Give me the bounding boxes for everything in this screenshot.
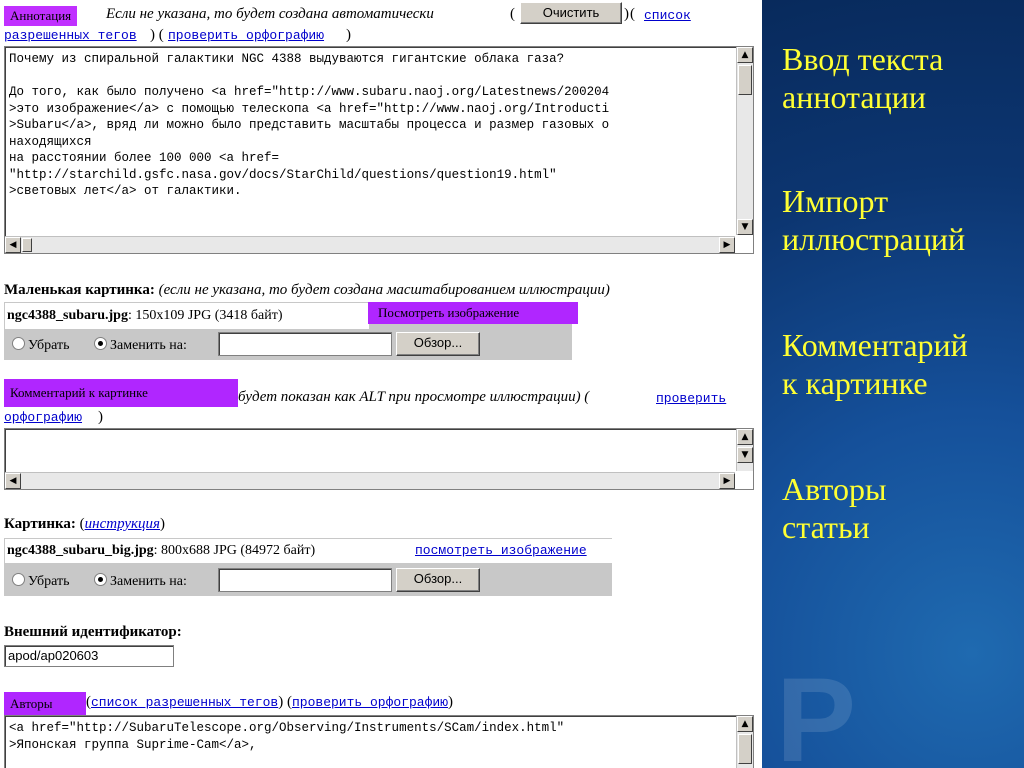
authors-vscroll[interactable]: ▲ [736, 716, 753, 768]
image-replace-label: Заменить на: [110, 574, 187, 589]
annotation-spell-link[interactable]: проверить орфографию [168, 28, 324, 43]
small-image-file-input[interactable] [218, 332, 392, 356]
note-annotation: Ввод текста аннотации [782, 41, 944, 115]
scroll-down-icon[interactable]: ▼ [737, 219, 753, 235]
image-filename: ngc4388_subaru_big.jpg [7, 543, 154, 558]
small-image-row: Маленькая картинка: (если не указана, то… [4, 282, 610, 299]
scroll-up-icon[interactable]: ▲ [737, 47, 753, 63]
image-browse-button[interactable]: Обзор... [396, 568, 480, 592]
tags-link-part2[interactable]: разрешенных тегов [4, 28, 137, 43]
text-line: находящихся [9, 134, 92, 149]
instruction-link[interactable]: инструкция [85, 516, 160, 532]
scroll-down-icon[interactable]: ▼ [737, 447, 753, 463]
small-remove-label: Убрать [28, 338, 70, 353]
scroll-thumb[interactable] [738, 65, 752, 95]
view-image-tag[interactable]: Посмотреть изображение [368, 302, 578, 324]
authors-between: ) ( [278, 694, 292, 710]
image-remove-label: Убрать [28, 574, 70, 589]
view-image-link[interactable]: посмотреть изображение [415, 539, 587, 563]
authors-tags-link[interactable]: список разрешенных тегов [91, 695, 278, 710]
authors-close: ) [448, 694, 454, 710]
paren-tags-open: ( [630, 6, 635, 22]
scroll-up-icon[interactable]: ▲ [737, 716, 753, 732]
note-import: Импорт иллюстраций [782, 183, 966, 257]
comment-spell-link-2[interactable]: орфографию [4, 410, 82, 425]
small-image-filename: ngc4388_subaru.jpg [7, 308, 128, 323]
paren-close-2: ) [346, 27, 351, 43]
scroll-left-icon[interactable]: ◀ [5, 237, 21, 253]
image-label: Картинка: [4, 516, 76, 532]
comment-textarea[interactable]: ▲ ▼ ◀ ▶ [4, 428, 754, 490]
small-image-hint: (если не указана, то будет создана масшт… [158, 282, 610, 298]
note-comment: Комментарий к картинке [782, 327, 968, 401]
small-image-label: Маленькая картинка: [4, 282, 155, 298]
comment-hscroll[interactable]: ◀ ▶ [5, 472, 735, 489]
small-browse-button[interactable]: Обзор... [396, 332, 480, 356]
scroll-thumb[interactable] [738, 734, 752, 764]
hscroll-thumb[interactable] [22, 238, 32, 252]
image-info: : 800x688 JPG (84972 байт) [153, 543, 316, 558]
image-row: Картинка: (инструкция) [4, 516, 165, 533]
radio-icon[interactable] [12, 337, 25, 350]
image-info-bar: ngc4388_subaru_big.jpg: 800x688 JPG (849… [5, 539, 613, 563]
scroll-left-icon[interactable]: ◀ [5, 473, 21, 489]
form-panel: Аннотация Если не указана, то будет созд… [0, 0, 762, 768]
text-line: <a href="http://SubaruTelescope.org/Obse… [9, 721, 565, 735]
paren-close: ) [624, 6, 629, 22]
image-replace-radio[interactable]: Заменить на: [94, 573, 187, 590]
notes-panel: Р Ввод текста аннотации Импорт иллюстрац… [762, 0, 1024, 768]
clear-button[interactable]: Очистить [520, 2, 622, 24]
text-line: >Subaru</a>, вряд ли можно было представ… [9, 118, 610, 132]
comment-vscroll[interactable]: ▲ ▼ [736, 429, 753, 471]
annotation-tag: Аннотация [4, 6, 78, 26]
background-glyph: Р [776, 653, 857, 768]
text-line: "http://starchild.gsfc.nasa.gov/docs/Sta… [9, 167, 557, 182]
text-line: >это изображение</a> с помощью телескопа… [9, 101, 610, 116]
text-line [9, 68, 609, 85]
radio-checked-icon[interactable] [94, 337, 107, 350]
external-id-label: Внешний идентификатор: [4, 624, 182, 640]
note-authors: Авторы статьи [782, 471, 887, 545]
authors-links-row: (список разрешенных тегов) (проверить ор… [86, 694, 453, 711]
annotation-text: Почему из спиральной галактики NGC 4388 … [9, 51, 609, 200]
authors-textarea[interactable]: <a href="http://SubaruTelescope.org/Obse… [4, 715, 754, 768]
authors-text: <a href="http://SubaruTelescope.org/Obse… [9, 720, 564, 753]
instr-close: ) [160, 516, 166, 532]
comment-hint: будет показан как ALT при просмотре иллю… [238, 389, 590, 405]
comment-close: ) [98, 409, 103, 425]
text-line: >Японская группа Suprime-Cam</a>, [9, 737, 257, 752]
annotation-hscroll[interactable]: ◀ ▶ [5, 236, 735, 253]
small-replace-label: Заменить на: [110, 338, 187, 353]
text-line: Почему из спиральной галактики NGC 4388 … [9, 52, 565, 66]
scroll-right-icon[interactable]: ▶ [719, 237, 735, 253]
radio-icon[interactable] [12, 573, 25, 586]
radio-checked-icon[interactable] [94, 573, 107, 586]
small-remove-radio[interactable]: Убрать [12, 337, 70, 354]
authors-tag: Авторы [4, 692, 86, 716]
authors-spell-link[interactable]: проверить орфографию [292, 695, 448, 710]
small-image-info-bar: ngc4388_subaru.jpg: 150x109 JPG (3418 ба… [5, 303, 369, 329]
tags-link-part1[interactable]: список [644, 8, 691, 23]
small-image-info: : 150x109 JPG (3418 байт) [127, 308, 283, 323]
image-file-input[interactable] [218, 568, 392, 592]
text-line: До того, как было получено <a href="http… [9, 85, 610, 99]
external-id-input[interactable]: apod/ap020603 [4, 645, 174, 667]
text-line: на расстоянии более 100 000 <a href= [9, 151, 280, 165]
text-line: >световых лет</a> от галактики. [9, 184, 242, 198]
paren-open: ( [510, 6, 515, 22]
annotation-hint: Если не указана, то будет создана автома… [106, 6, 434, 22]
annotation-textarea[interactable]: Почему из спиральной галактики NGC 4388 … [4, 46, 754, 254]
comment-spell-link-1[interactable]: проверить [656, 391, 726, 406]
image-remove-radio[interactable]: Убрать [12, 573, 70, 590]
paren-between-1: ) ( [150, 27, 164, 43]
scroll-right-icon[interactable]: ▶ [719, 473, 735, 489]
comment-tag: Комментарий к картинке [4, 379, 238, 407]
small-replace-radio[interactable]: Заменить на: [94, 337, 187, 354]
scroll-up-icon[interactable]: ▲ [737, 429, 753, 445]
external-id-value: apod/ap020603 [8, 648, 99, 663]
annotation-vscroll[interactable]: ▲ ▼ [736, 47, 753, 235]
